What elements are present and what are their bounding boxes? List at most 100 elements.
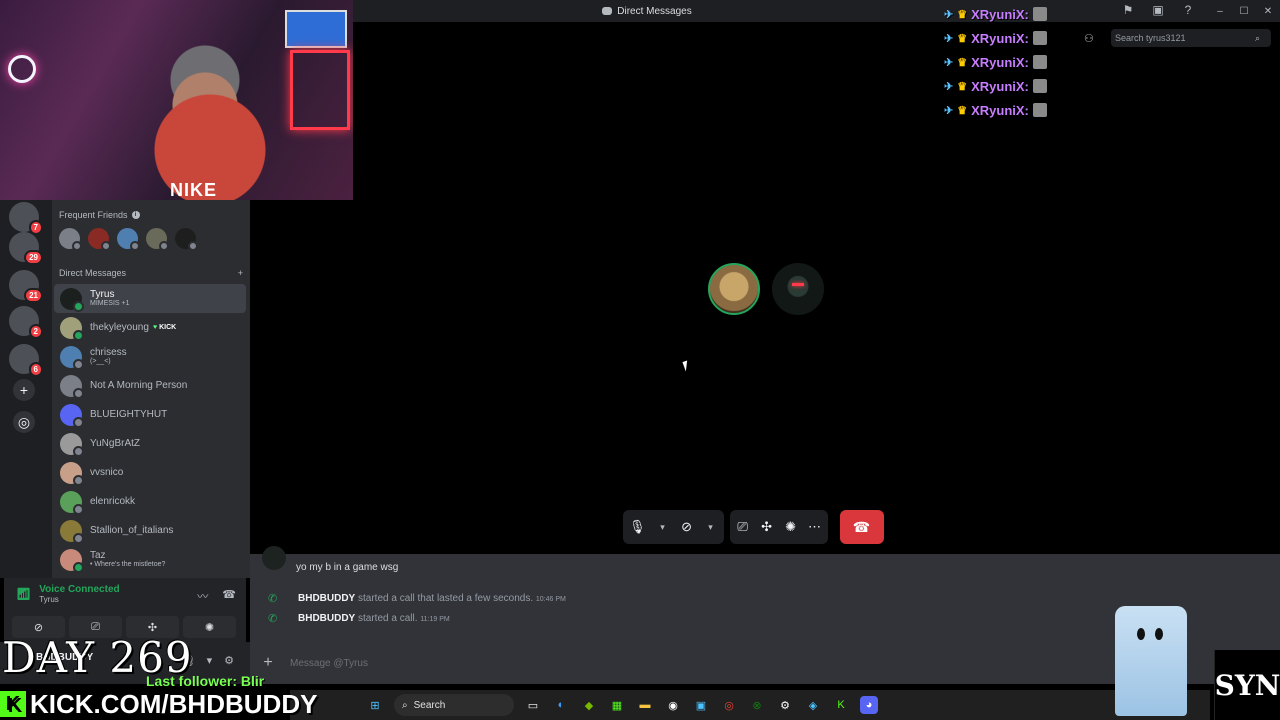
dm-item-yungbratz[interactable]: YuNgBrAtZ [54,429,246,458]
chevron-down-icon[interactable]: ▾ [704,522,718,533]
signal-icon: 📶︎ [16,587,32,601]
system-user[interactable]: BHDBUDDY [298,593,355,604]
crown-icon: ♛ [957,56,968,69]
store-icon[interactable]: ▣ [692,696,710,714]
avatar [60,403,84,428]
disconnect-button[interactable]: ☎ [839,510,884,544]
frequent-friends-row [59,228,198,251]
add-attachment-icon[interactable]: + [260,654,276,671]
call-controls: 🎙︎ ▾ ⊘ ▾ ⎚ ✣ ✺ ⋯ ☎ [623,510,884,544]
tag-label: KICK [159,323,177,331]
camera-off-icon[interactable]: ⊘ [680,519,694,535]
search-input[interactable] [1115,33,1255,43]
dm-name: Not A Morning Person [90,380,188,391]
app-icon[interactable]: ◈ [804,696,822,714]
avatar[interactable] [262,546,286,570]
inbox-icon[interactable]: ▣ [1150,2,1166,18]
unread-badge: 21 [24,288,43,303]
steam-icon[interactable]: ⚙ [776,696,794,714]
system-action: started a call. [358,613,418,624]
close-icon[interactable]: ✕ [1256,0,1280,22]
obs-icon[interactable]: ◉ [664,696,682,714]
kick-icon[interactable]: K [832,696,850,714]
dm-item-not-a-morning-person[interactable]: Not A Morning Person [54,371,246,400]
dm-item-stallion-of-italians[interactable]: Stallion_of_italians [54,516,246,545]
share-screen-icon[interactable]: ⎚ [736,519,750,535]
message-text: yo my b in a game wsg [296,562,399,573]
avatar [60,316,84,341]
microphone-icon[interactable]: 🎙︎ [629,519,646,535]
folder-icon[interactable]: ▬ [636,696,654,714]
friend-avatar[interactable] [88,228,111,251]
dm-item-tyrus[interactable]: Tyrus MIMESIS +1 [54,284,246,313]
dm-item-thekyleyoung[interactable]: thekyleyoung ♥ KICK [54,313,246,342]
friend-avatar[interactable] [146,228,169,251]
search-icon[interactable]: ⌕ [1255,33,1260,44]
flag-icon[interactable]: ⚑ [1120,2,1136,18]
system-user[interactable]: BHDBUDDY [298,613,355,624]
dm-item-elenricokk[interactable]: elenricokk [54,487,246,516]
add-friend-icon[interactable]: ⚇ [1084,32,1098,46]
activities-icon[interactable]: ✣ [760,519,774,535]
server-icon[interactable]: 7 [9,202,43,235]
more-icon[interactable]: ⋯ [808,519,822,535]
emote-icon [1032,31,1047,45]
taskbar-search[interactable]: ⌕ Search [394,694,514,716]
dm-item-taz[interactable]: Taz • Where's the mistletoe? [54,545,246,574]
chevron-down-icon[interactable]: ▾ [207,654,213,667]
help-icon[interactable]: ? [1180,2,1196,18]
chevron-down-icon[interactable]: ▾ [656,522,670,533]
timestamp: 10:46 PM [535,596,566,603]
dm-section-header: Direct Messages + [59,268,243,278]
mic-control-group: 🎙︎ ▾ ⊘ ▾ [623,510,724,544]
disconnect-icon[interactable]: ☎ [222,588,236,604]
frequent-friends-label: Frequent Friends [59,210,128,220]
noise-suppression-icon[interactable]: 〰 [197,588,208,604]
chrome-icon[interactable]: ◎ [720,696,738,714]
dm-name: vvsnico [90,467,124,478]
spreadsheet-icon[interactable]: ▦ [608,696,626,714]
server-icon[interactable]: 29 [9,232,43,265]
avatar [60,519,84,544]
dm-item-vvsnico[interactable]: vvsnico [54,458,246,487]
dm-name: Taz [90,550,106,562]
overlay-user: XRyuniX: [971,6,1029,22]
call-participant-avatar[interactable] [772,263,824,315]
server-icon[interactable]: 21 [9,270,43,303]
minimize-icon[interactable]: – [1208,0,1232,22]
maximize-icon[interactable]: ☐ [1232,0,1256,22]
server-icon[interactable]: 6 [9,344,43,377]
add-server-icon[interactable]: + [13,379,35,401]
task-view-icon[interactable]: ▭ [524,696,542,714]
emote-icon [1032,55,1047,69]
voice-status-label[interactable]: Voice Connected [39,584,119,595]
message-input[interactable] [290,657,990,669]
discord-icon [602,7,613,15]
explore-icon[interactable]: ◎ [13,411,35,433]
crown-icon: ♛ [957,104,968,117]
emote-icon [1032,79,1047,93]
friend-avatar[interactable] [117,228,140,251]
dm-item-chrisess[interactable]: chrisess (>__<) [54,342,246,371]
edge-icon[interactable]: ◐ [552,696,570,714]
friend-avatar[interactable] [175,228,198,251]
server-icon[interactable]: 2 [9,306,43,339]
friend-avatar[interactable] [59,228,82,251]
soundboard-icon[interactable]: ✺ [784,519,798,535]
gear-icon[interactable]: ⚙ [224,654,234,667]
avatar [60,345,84,370]
info-icon[interactable]: i [131,211,140,219]
dm-header-label: Direct Messages [59,268,127,278]
unread-badge: 2 [28,324,43,339]
mascot-eye [1137,628,1145,640]
xbox-icon[interactable]: ⊗ [748,696,766,714]
unread-badge: 6 [28,362,43,377]
nvidia-icon[interactable]: ◆ [580,696,598,714]
voice-channel[interactable]: Tyrus [39,595,119,604]
server-rail: 7 29 21 2 6 + ◎ [0,200,52,578]
create-dm-icon[interactable]: + [238,268,243,278]
windows-start-icon[interactable]: ⊞ [366,696,384,714]
call-participant-avatar[interactable] [708,263,760,315]
dm-item-blueightyhut[interactable]: BLUEIGHTYHUT [54,400,246,429]
discord-icon[interactable]: ◕ [860,696,878,714]
